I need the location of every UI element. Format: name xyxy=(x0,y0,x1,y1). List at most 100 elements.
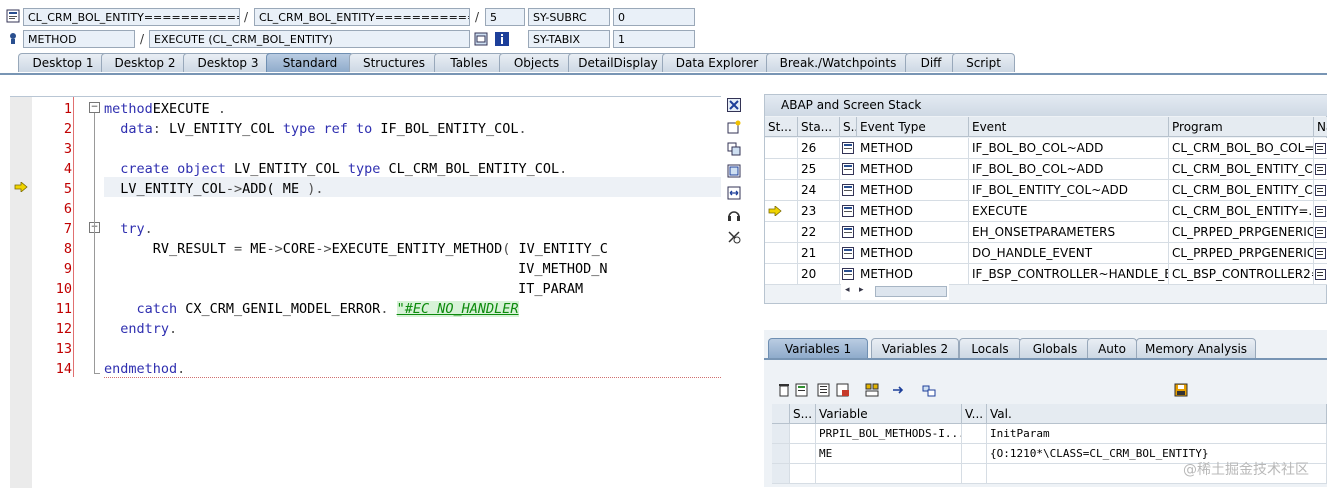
var-column-header[interactable]: V... xyxy=(962,404,987,424)
stack-event[interactable]: IF_BOL_ENTITY_COL~ADD xyxy=(969,180,1169,201)
stack-navigate-icon[interactable] xyxy=(1314,264,1327,285)
code-line[interactable]: endtry. xyxy=(120,319,177,339)
code-line[interactable]: create object LV_ENTITY_COL type CL_CRM_… xyxy=(120,159,567,179)
tab-diff[interactable]: Diff xyxy=(905,53,957,72)
row-selector[interactable] xyxy=(772,464,790,484)
var-status[interactable] xyxy=(790,444,816,464)
program-field[interactable]: CL_CRM_BOL_ENTITY=============... xyxy=(254,8,470,26)
scroll-thumb[interactable] xyxy=(875,286,947,297)
stack-event-type[interactable]: METHOD xyxy=(857,138,969,159)
stack-event[interactable]: DO_HANDLE_EVENT xyxy=(969,243,1169,264)
row-selector[interactable] xyxy=(772,424,790,444)
stack-event[interactable]: EXECUTE xyxy=(969,201,1169,222)
var-status[interactable] xyxy=(790,464,816,484)
stack-event[interactable]: IF_BOL_BO_COL~ADD xyxy=(969,138,1169,159)
tab-auto[interactable]: Auto xyxy=(1087,338,1137,358)
stack-level[interactable]: 25 xyxy=(798,159,840,180)
details-icon[interactable] xyxy=(795,383,809,397)
stack-row-marker[interactable] xyxy=(765,201,798,222)
tab-desktop-2[interactable]: Desktop 2 xyxy=(101,53,189,72)
stack-row-marker[interactable] xyxy=(765,222,798,243)
code-line[interactable]: IV_METHOD_N xyxy=(518,259,607,279)
stack-event-type[interactable]: METHOD xyxy=(857,201,969,222)
row-selector-header[interactable] xyxy=(772,404,790,424)
stack-row-marker[interactable] xyxy=(765,264,798,285)
stack-program[interactable]: CL_CRM_BOL_ENTITY=... xyxy=(1169,201,1314,222)
row-selector[interactable] xyxy=(772,444,790,464)
stack-navigate-icon[interactable] xyxy=(1314,159,1327,180)
scroll-right-icon[interactable]: ▸ xyxy=(859,285,864,295)
tab-variables-1[interactable]: Variables 1 xyxy=(768,338,868,358)
stack-level[interactable]: 21 xyxy=(798,243,840,264)
stack-event-type[interactable]: METHOD xyxy=(857,222,969,243)
stack-event-type[interactable]: METHOD xyxy=(857,243,969,264)
transfer-icon[interactable] xyxy=(891,383,905,397)
close-icon[interactable] xyxy=(727,98,741,112)
stack-event-type[interactable]: METHOD xyxy=(857,264,969,285)
hierarchy-icon[interactable] xyxy=(865,383,879,397)
method-field[interactable]: EXECUTE (CL_CRM_BOL_ENTITY) xyxy=(149,30,470,48)
new-tool-icon[interactable] xyxy=(727,120,741,134)
stack-event-type[interactable]: METHOD xyxy=(857,180,969,201)
stack-column-header[interactable]: Event Type xyxy=(857,117,969,137)
stack-column-header[interactable]: Sta... xyxy=(798,117,840,137)
stack-navigate-icon[interactable] xyxy=(1314,222,1327,243)
stack-level[interactable]: 22 xyxy=(798,222,840,243)
code-line[interactable]: endmethod. xyxy=(104,359,185,379)
stack-level[interactable]: 26 xyxy=(798,138,840,159)
var-value[interactable]: InitParam xyxy=(987,424,1327,444)
tab-break-watchpoints[interactable]: Break./Watchpoints xyxy=(766,53,910,72)
stack-column-header[interactable]: S... xyxy=(840,117,857,137)
stack-row-marker[interactable] xyxy=(765,180,798,201)
tab-script[interactable]: Script xyxy=(952,53,1015,72)
stack-level[interactable]: 24 xyxy=(798,180,840,201)
stack-column-header[interactable]: Program xyxy=(1169,117,1314,137)
var-view[interactable] xyxy=(962,464,987,484)
var-name-input[interactable]: PRPIL_BOL_METHODS-I... xyxy=(816,424,962,444)
var-column-header[interactable]: S... xyxy=(790,404,816,424)
settings-tool-icon[interactable] xyxy=(727,230,741,244)
tab-structures[interactable]: Structures xyxy=(349,53,439,72)
var-status[interactable] xyxy=(790,424,816,444)
tab-detaildisplay[interactable]: DetailDisplay xyxy=(568,53,668,72)
stack-column-header[interactable]: Na xyxy=(1314,117,1327,137)
stack-row-marker[interactable] xyxy=(765,243,798,264)
stack-row-marker[interactable] xyxy=(765,138,798,159)
code-line[interactable]: RV_RESULT = ME->CORE->EXECUTE_ENTITY_MET… xyxy=(153,239,608,259)
stack-event[interactable]: IF_BOL_BO_COL~ADD xyxy=(969,159,1169,180)
stack-navigate-icon[interactable] xyxy=(1314,243,1327,264)
line-field[interactable]: 5 xyxy=(485,8,525,26)
tab-variables-2[interactable]: Variables 2 xyxy=(871,338,959,358)
code-line[interactable]: data: LV_ENTITY_COL type ref to IF_BOL_E… xyxy=(120,119,526,139)
tab-data-explorer[interactable]: Data Explorer xyxy=(662,53,772,72)
export-icon[interactable] xyxy=(836,383,850,397)
tab-locals[interactable]: Locals xyxy=(959,338,1021,358)
stack-program[interactable]: CL_CRM_BOL_BO_COL=... xyxy=(1169,138,1314,159)
scroll-left-icon[interactable]: ◂ xyxy=(845,285,850,295)
stack-navigate-icon[interactable] xyxy=(1314,201,1327,222)
var-name-input[interactable] xyxy=(816,464,962,484)
stack-navigate-icon[interactable] xyxy=(1314,180,1327,201)
stack-event[interactable]: EH_ONSETPARAMETERS xyxy=(969,222,1169,243)
services-icon[interactable] xyxy=(727,208,741,222)
code-line[interactable]: catch CX_CRM_GENIL_MODEL_ERROR. "#EC NO_… xyxy=(136,299,519,319)
import-icon[interactable] xyxy=(817,383,831,397)
type-field[interactable]: METHOD xyxy=(23,30,135,48)
var-view[interactable] xyxy=(962,424,987,444)
tab-tables[interactable]: Tables xyxy=(434,53,504,72)
var-column-header[interactable]: Variable xyxy=(816,404,962,424)
stack-event[interactable]: IF_BSP_CONTROLLER~HANDLE_E... xyxy=(969,264,1169,285)
swap-icon[interactable] xyxy=(727,186,741,200)
info-icon[interactable] xyxy=(495,32,509,46)
display-icon[interactable] xyxy=(474,32,488,46)
breakpoint-gutter[interactable] xyxy=(10,97,32,488)
var-column-header[interactable]: Val. xyxy=(987,404,1327,424)
stack-column-header[interactable]: St... xyxy=(765,117,798,137)
stack-level[interactable]: 20 xyxy=(798,264,840,285)
replace-tool-icon[interactable] xyxy=(727,142,741,156)
code-line[interactable]: IT_PARAM xyxy=(518,279,583,299)
structure-icon[interactable] xyxy=(922,383,936,397)
stack-program[interactable]: CL_CRM_BOL_ENTITY_C... xyxy=(1169,159,1314,180)
fold-toggle-icon[interactable]: − xyxy=(89,102,100,113)
stack-program[interactable]: CL_PRPED_PRPGENERIC... xyxy=(1169,243,1314,264)
